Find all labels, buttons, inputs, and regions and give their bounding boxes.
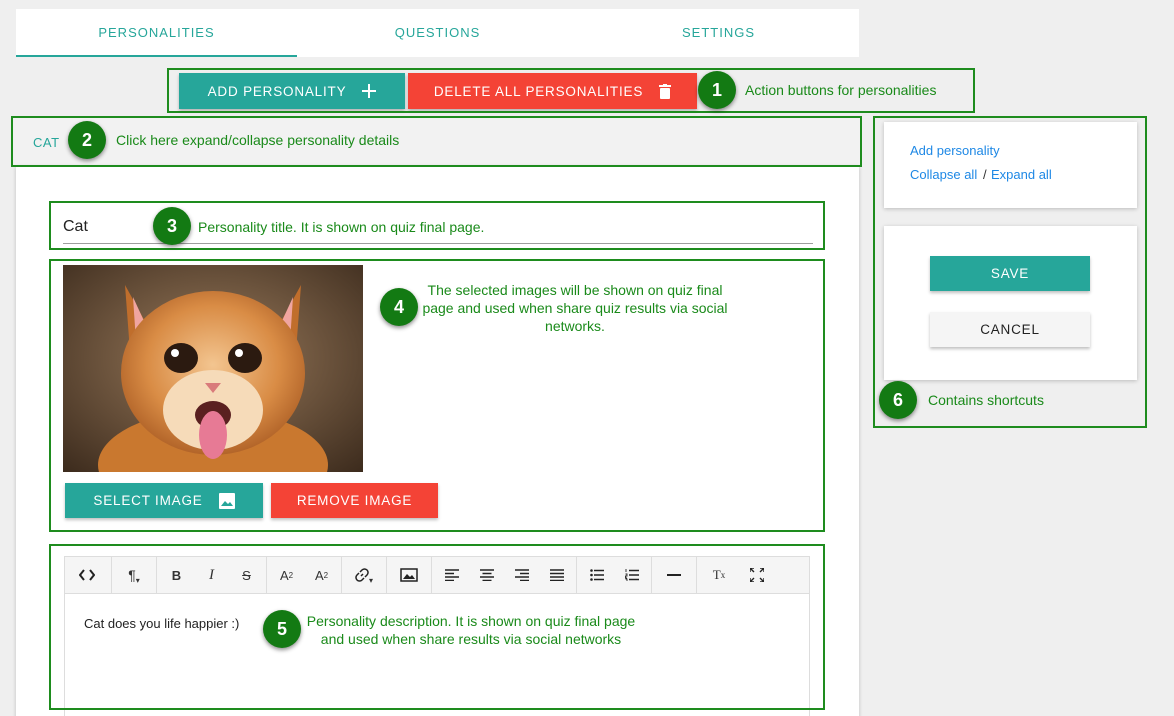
annotation-text-4: The selected images will be shown on qui… (422, 282, 728, 334)
annotation-text-1: Action buttons for personalities (745, 82, 937, 98)
annotation-text-3: Personality title. It is shown on quiz f… (198, 219, 485, 235)
tab-personalities[interactable]: PERSONALITIES (16, 9, 297, 57)
annotation-badge-2: 2 (68, 121, 106, 159)
tab-questions[interactable]: QUESTIONS (297, 9, 578, 57)
annotation-badge-5: 5 (263, 610, 301, 648)
tab-bar: PERSONALITIES QUESTIONS SETTINGS (16, 9, 859, 57)
annotation-text-6: Contains shortcuts (928, 392, 1044, 408)
tab-settings[interactable]: SETTINGS (578, 9, 859, 57)
annotation-badge-1: 1 (698, 71, 736, 109)
annotation-text-2: Click here expand/collapse personality d… (116, 132, 400, 148)
annotation-text-5: Personality description. It is shown on … (306, 613, 636, 647)
annotation-badge-4: 4 (380, 288, 418, 326)
annotation-box-6 (873, 116, 1147, 428)
annotation-badge-6: 6 (879, 381, 917, 419)
annotation-badge-3: 3 (153, 207, 191, 245)
